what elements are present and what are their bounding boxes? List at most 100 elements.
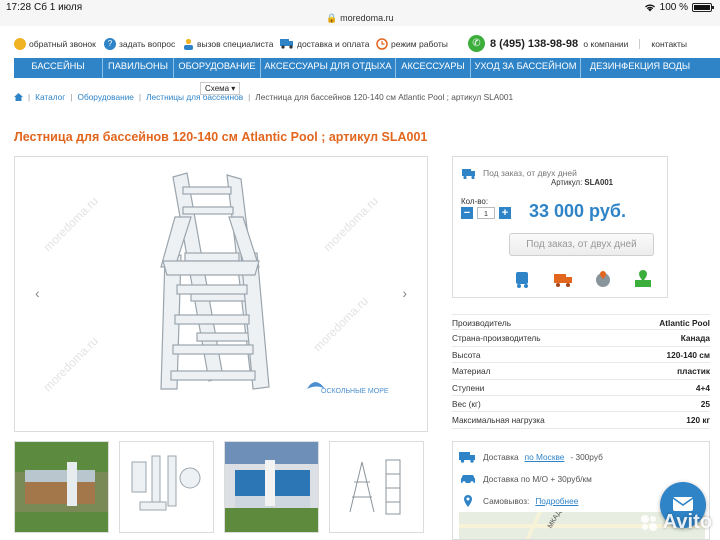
contacts-link[interactable]: контакты bbox=[639, 39, 698, 49]
increment-button[interactable]: + bbox=[499, 207, 511, 219]
thumbnail-pool-ladder[interactable] bbox=[224, 441, 319, 533]
order-button[interactable]: Под заказ, от двух дней bbox=[509, 233, 654, 256]
delivery-moscow: Доставка по Москве - 300руб bbox=[459, 451, 603, 463]
phone-number: 8 (495) 138-98-98 bbox=[490, 37, 579, 50]
thumbnail-pool-photo[interactable] bbox=[14, 441, 109, 533]
spec-value: Atlantic Pool bbox=[659, 318, 710, 328]
spec-key: Производитель bbox=[452, 318, 512, 328]
breadcrumb-equipment[interactable]: Оборудование bbox=[77, 92, 133, 102]
specialist-link[interactable]: вызов специалиста bbox=[183, 38, 273, 50]
delivery-region: Доставка по М/О + 30руб/км bbox=[459, 473, 592, 485]
breadcrumb: | Каталог | Оборудование | Лестницы для … bbox=[14, 92, 513, 102]
hours-link[interactable]: режим работы bbox=[376, 38, 448, 50]
nav-accessories[interactable]: АКСЕССУАРЫ bbox=[396, 58, 471, 78]
delivery-moscow-prefix: Доставка bbox=[483, 452, 519, 462]
article-label: Артикул: bbox=[551, 178, 583, 187]
question-icon: ? bbox=[104, 38, 116, 50]
delivery-moscow-price: - 300руб bbox=[570, 452, 603, 462]
brand-logo-text: ОСКОЛЬНЫЕ МОРЕ bbox=[321, 388, 389, 395]
ask-question-link[interactable]: ? задать вопрос bbox=[104, 38, 175, 50]
thumbnail-parts[interactable] bbox=[119, 441, 214, 533]
spec-value: 4+4 bbox=[695, 382, 710, 393]
status-date: Сб 1 июля bbox=[34, 2, 83, 13]
callback-link[interactable]: обратный звонок bbox=[14, 38, 96, 50]
clock-time: 17:28 bbox=[6, 2, 32, 13]
avito-watermark: Avito bbox=[639, 511, 712, 534]
nav-leisure-accessories[interactable]: АКСЕССУАРЫ ДЛЯ ОТДЫХА bbox=[261, 58, 396, 78]
price: 33 000 руб. bbox=[529, 201, 626, 221]
feature-icons bbox=[513, 269, 653, 289]
pool-thumb-image bbox=[15, 442, 108, 532]
spec-row: Высота 120-140 см bbox=[452, 347, 710, 364]
top-utility-bar: обратный звонок ? задать вопрос вызов сп… bbox=[0, 32, 720, 58]
thumbnail-diagram[interactable] bbox=[329, 441, 424, 533]
gallery-next-arrow[interactable]: › bbox=[402, 285, 407, 301]
home-icon[interactable] bbox=[14, 93, 23, 101]
battery-percent: 100 % bbox=[659, 2, 688, 13]
breadcrumb-separator-icon: | bbox=[138, 92, 142, 102]
main-navigation: БАССЕЙНЫ ПАВИЛЬОНЫ ОБОРУДОВАНИЕ АКСЕССУА… bbox=[14, 58, 720, 78]
nav-pools[interactable]: БАССЕЙНЫ bbox=[14, 58, 103, 78]
globe-pin-icon[interactable] bbox=[593, 269, 613, 289]
pickup: Самовывоз: Подробнее bbox=[459, 495, 578, 507]
avito-logo: Avito bbox=[662, 511, 712, 533]
avito-dots-icon bbox=[640, 514, 657, 531]
status-right: 100 % bbox=[644, 2, 714, 13]
ios-status-bar: 17:28 Сб 1 июля 🔒 moredoma.ru 100 % bbox=[0, 0, 720, 26]
pickup-details-link[interactable]: Подробнее bbox=[535, 496, 578, 506]
phone-icon: ✆ bbox=[468, 35, 485, 52]
top-links: о компании контакты bbox=[572, 39, 698, 49]
map-pin-icon[interactable] bbox=[633, 269, 653, 289]
spec-row: Вес (кг) 25 bbox=[452, 396, 710, 413]
delivery-truck-icon bbox=[462, 169, 475, 180]
wifi-icon bbox=[644, 4, 655, 12]
ladder-image: ОСКОЛЬНЫЕ МОРЕ bbox=[160, 172, 389, 395]
spec-row: Максимальная нагрузка 120 кг bbox=[452, 412, 710, 429]
breadcrumb-separator-icon: | bbox=[70, 92, 73, 102]
spec-row: Ступени 4+4 bbox=[452, 380, 710, 396]
truck-icon bbox=[280, 39, 293, 49]
parts-thumb-image bbox=[120, 442, 213, 532]
quantity-input[interactable]: 1 bbox=[477, 207, 495, 219]
pool-ladder-thumb-image bbox=[225, 442, 318, 532]
availability-text: Под заказ, от двух дней bbox=[483, 168, 577, 178]
cart-icon[interactable] bbox=[513, 269, 533, 289]
page-title: Лестница для бассейнов 120-140 см Atlant… bbox=[14, 130, 428, 144]
truck-icon[interactable] bbox=[553, 269, 573, 289]
order-panel: Под заказ, от двух дней Артикул: SLA001 … bbox=[452, 156, 668, 298]
nav-pool-care[interactable]: УХОД ЗА БАССЕЙНОМ bbox=[471, 58, 581, 78]
spec-key: Ступени bbox=[452, 382, 485, 393]
address-bar[interactable]: 🔒 moredoma.ru bbox=[0, 13, 720, 24]
spec-key: Страна-производитель bbox=[452, 333, 541, 344]
delivery-label: доставка и оплата bbox=[297, 38, 370, 49]
spec-row: Материал пластик bbox=[452, 363, 710, 380]
nav-pavilions[interactable]: ПАВИЛЬОНЫ bbox=[103, 58, 174, 78]
nav-water-disinfection[interactable]: ДЕЗИНФЕКЦИЯ ВОДЫ bbox=[581, 58, 699, 78]
delivery-region-text: Доставка по М/О + 30руб/км bbox=[483, 474, 592, 484]
article-value: SLA001 bbox=[584, 178, 614, 187]
about-link[interactable]: о компании bbox=[572, 39, 639, 49]
brand-logo: ОСКОЛЬНЫЕ МОРЕ bbox=[307, 382, 389, 395]
product-main-photo[interactable]: moredoma.ru moredoma.ru moredoma.ru more… bbox=[14, 156, 428, 432]
phone-block[interactable]: ✆ 8 (495) 138-98-98 bbox=[468, 35, 578, 52]
spec-key: Материал bbox=[452, 366, 491, 377]
question-label: задать вопрос bbox=[119, 39, 176, 49]
spec-value: 25 bbox=[700, 398, 710, 409]
decrement-button[interactable]: − bbox=[461, 207, 473, 219]
spec-value: 120 кг bbox=[686, 415, 710, 426]
battery-icon bbox=[692, 3, 714, 12]
nav-equipment[interactable]: ОБОРУДОВАНИЕ bbox=[174, 58, 261, 78]
spec-key: Высота bbox=[452, 349, 481, 360]
delivery-moscow-link[interactable]: по Москве bbox=[525, 452, 565, 462]
car-icon bbox=[461, 475, 475, 485]
breadcrumb-separator-icon: | bbox=[28, 92, 31, 102]
map-scheme-dropdown[interactable]: Схема ▾ bbox=[200, 82, 241, 95]
address-url: moredoma.ru bbox=[340, 13, 394, 23]
spec-key: Максимальная нагрузка bbox=[452, 415, 545, 426]
location-icon bbox=[464, 495, 472, 507]
breadcrumb-catalog[interactable]: Каталог bbox=[35, 92, 65, 102]
gallery-prev-arrow[interactable]: ‹ bbox=[35, 285, 40, 301]
delivery-payment-link[interactable]: доставка и оплата bbox=[280, 38, 369, 49]
hours-label: режим работы bbox=[391, 39, 448, 49]
quantity-label: Кол-во: bbox=[461, 197, 489, 206]
